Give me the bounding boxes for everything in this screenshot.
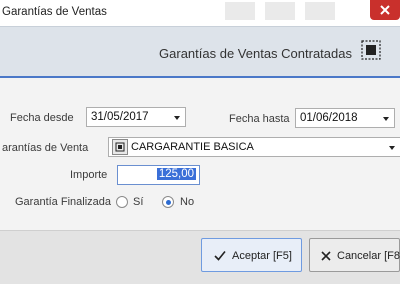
finalizada-label: Garantía Finalizada	[15, 196, 111, 208]
header-banner: Garantías de Ventas Contratadas	[0, 26, 400, 76]
chevron-down-icon	[389, 146, 395, 150]
fecha-hasta-label: Fecha hasta	[229, 113, 290, 125]
radio-si-label: Sí	[133, 196, 144, 208]
chevron-down-icon	[174, 116, 180, 120]
cancel-button-label: Cancelar [F8]	[337, 250, 400, 262]
close-icon	[321, 251, 331, 261]
fecha-desde-select[interactable]: 31/05/2017	[86, 107, 186, 127]
fecha-desde-value: 31/05/2017	[91, 111, 149, 123]
fecha-hasta-value: 01/06/2018	[300, 112, 358, 124]
importe-input[interactable]: 125,00	[117, 165, 200, 185]
fecha-hasta-select[interactable]: 01/06/2018	[295, 108, 395, 128]
page-title: Garantías de Ventas Contratadas	[159, 46, 352, 61]
radio-no[interactable]	[162, 196, 174, 208]
importe-label: Importe	[70, 169, 108, 181]
title-bar: Garantías de Ventas	[0, 0, 400, 26]
garantias-label: arantías de Venta	[2, 142, 89, 154]
accept-button-label: Aceptar [F5]	[232, 250, 292, 262]
close-icon	[380, 5, 390, 15]
radio-si[interactable]	[116, 196, 128, 208]
window-title: Garantías de Ventas	[2, 6, 107, 18]
background-logo-icon	[225, 2, 335, 20]
radio-no-label: No	[180, 196, 195, 208]
chevron-down-icon	[383, 117, 389, 121]
screen-capture-icon[interactable]	[361, 40, 381, 60]
close-button[interactable]	[370, 0, 400, 20]
cancel-button[interactable]: Cancelar [F8]	[309, 238, 400, 272]
garantias-select[interactable]: CARGARANTIE BASICA	[108, 137, 400, 157]
importe-value: 125,00	[156, 168, 196, 180]
accept-button[interactable]: Aceptar [F5]	[201, 238, 302, 272]
fecha-desde-label: Fecha desde	[10, 112, 74, 124]
check-icon	[214, 250, 226, 261]
garantias-value: CARGARANTIE BASICA	[131, 141, 254, 153]
lookup-icon[interactable]	[112, 139, 128, 155]
